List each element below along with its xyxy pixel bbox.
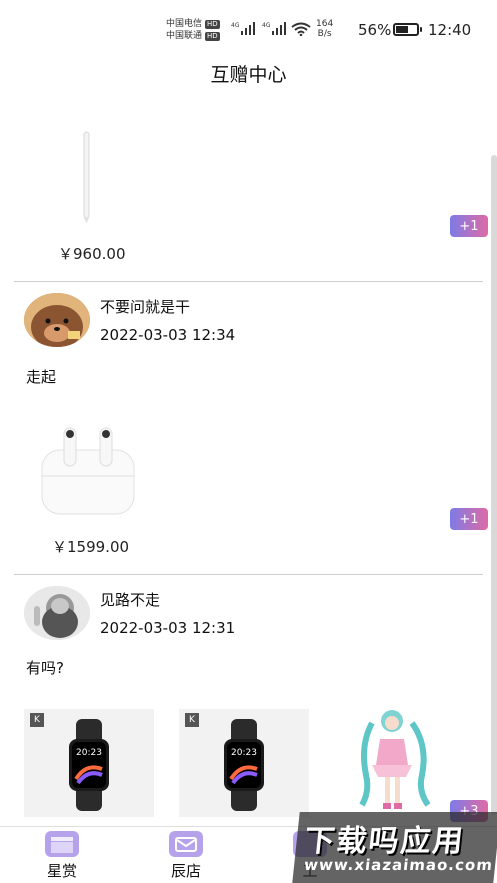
nav-label: 辰店 [170, 862, 201, 880]
signal-icon: 4G [262, 22, 286, 35]
airpods-product-image[interactable] [38, 420, 138, 520]
wifi-icon [291, 22, 311, 36]
watermark-url: www.xiazaimao.com [303, 856, 494, 874]
hd-badge: HD [205, 19, 220, 29]
svg-text:20:23: 20:23 [231, 748, 257, 758]
avatar[interactable] [24, 586, 90, 640]
post-text: 走起 [26, 368, 57, 386]
watermark-title: 下载吗应用 [302, 824, 467, 859]
nav-label: 星赏 [46, 862, 77, 880]
plus-one-button[interactable]: +1 [450, 215, 488, 237]
scrollbar[interactable] [491, 155, 497, 815]
carrier-2: 中国联通 [166, 31, 203, 41]
network-speed: 164 B/s [316, 19, 334, 39]
nav-item-chendian[interactable]: 辰店 [146, 831, 226, 881]
product-price: ￥1599.00 [52, 538, 130, 556]
box-icon [45, 831, 79, 857]
page-title: 互赠中心 [210, 64, 287, 86]
post-username[interactable]: 不要问就是干 [100, 296, 190, 317]
carrier-info: 中国电信 HD 中国联通 HD [166, 18, 220, 42]
divider [14, 574, 483, 575]
battery-percent: 56% [358, 21, 392, 39]
mail-icon [169, 831, 203, 857]
svg-text:4G: 4G [262, 22, 271, 29]
post-username[interactable]: 见路不走 [100, 589, 160, 610]
figure-product-image[interactable] [350, 705, 440, 817]
product-price: ￥960.00 [58, 245, 126, 263]
brand-tag: K [185, 713, 199, 727]
brand-tag: K [30, 713, 44, 727]
svg-text:20:23: 20:23 [76, 748, 102, 758]
carrier-1: 中国电信 [166, 19, 203, 29]
svg-text:4G: 4G [231, 22, 240, 29]
hd-badge: HD [205, 31, 220, 41]
smartwatch-product-image[interactable]: K 20:23 [179, 709, 309, 817]
post-time: 2022-03-03 12:31 [100, 619, 236, 637]
post-text: 有吗? [26, 659, 64, 677]
clock: 12:40 [428, 21, 472, 39]
avatar[interactable] [24, 293, 90, 347]
post-time: 2022-03-03 12:34 [100, 326, 236, 344]
smartwatch-product-image[interactable]: K 20:23 [24, 709, 154, 817]
site-watermark: 下载吗应用 www.xiazaimao.com [292, 812, 497, 883]
plus-one-button[interactable]: +1 [450, 508, 488, 530]
battery-icon [393, 23, 422, 36]
status-bar: 中国电信 HD 中国联通 HD 4G 4G 164 B/s 56% 12:40 [0, 0, 497, 58]
nav-item-xingshang[interactable]: 星赏 [22, 831, 102, 881]
stylus-product-image[interactable] [78, 128, 94, 224]
divider [14, 281, 483, 282]
signal-icon: 4G [231, 22, 255, 35]
